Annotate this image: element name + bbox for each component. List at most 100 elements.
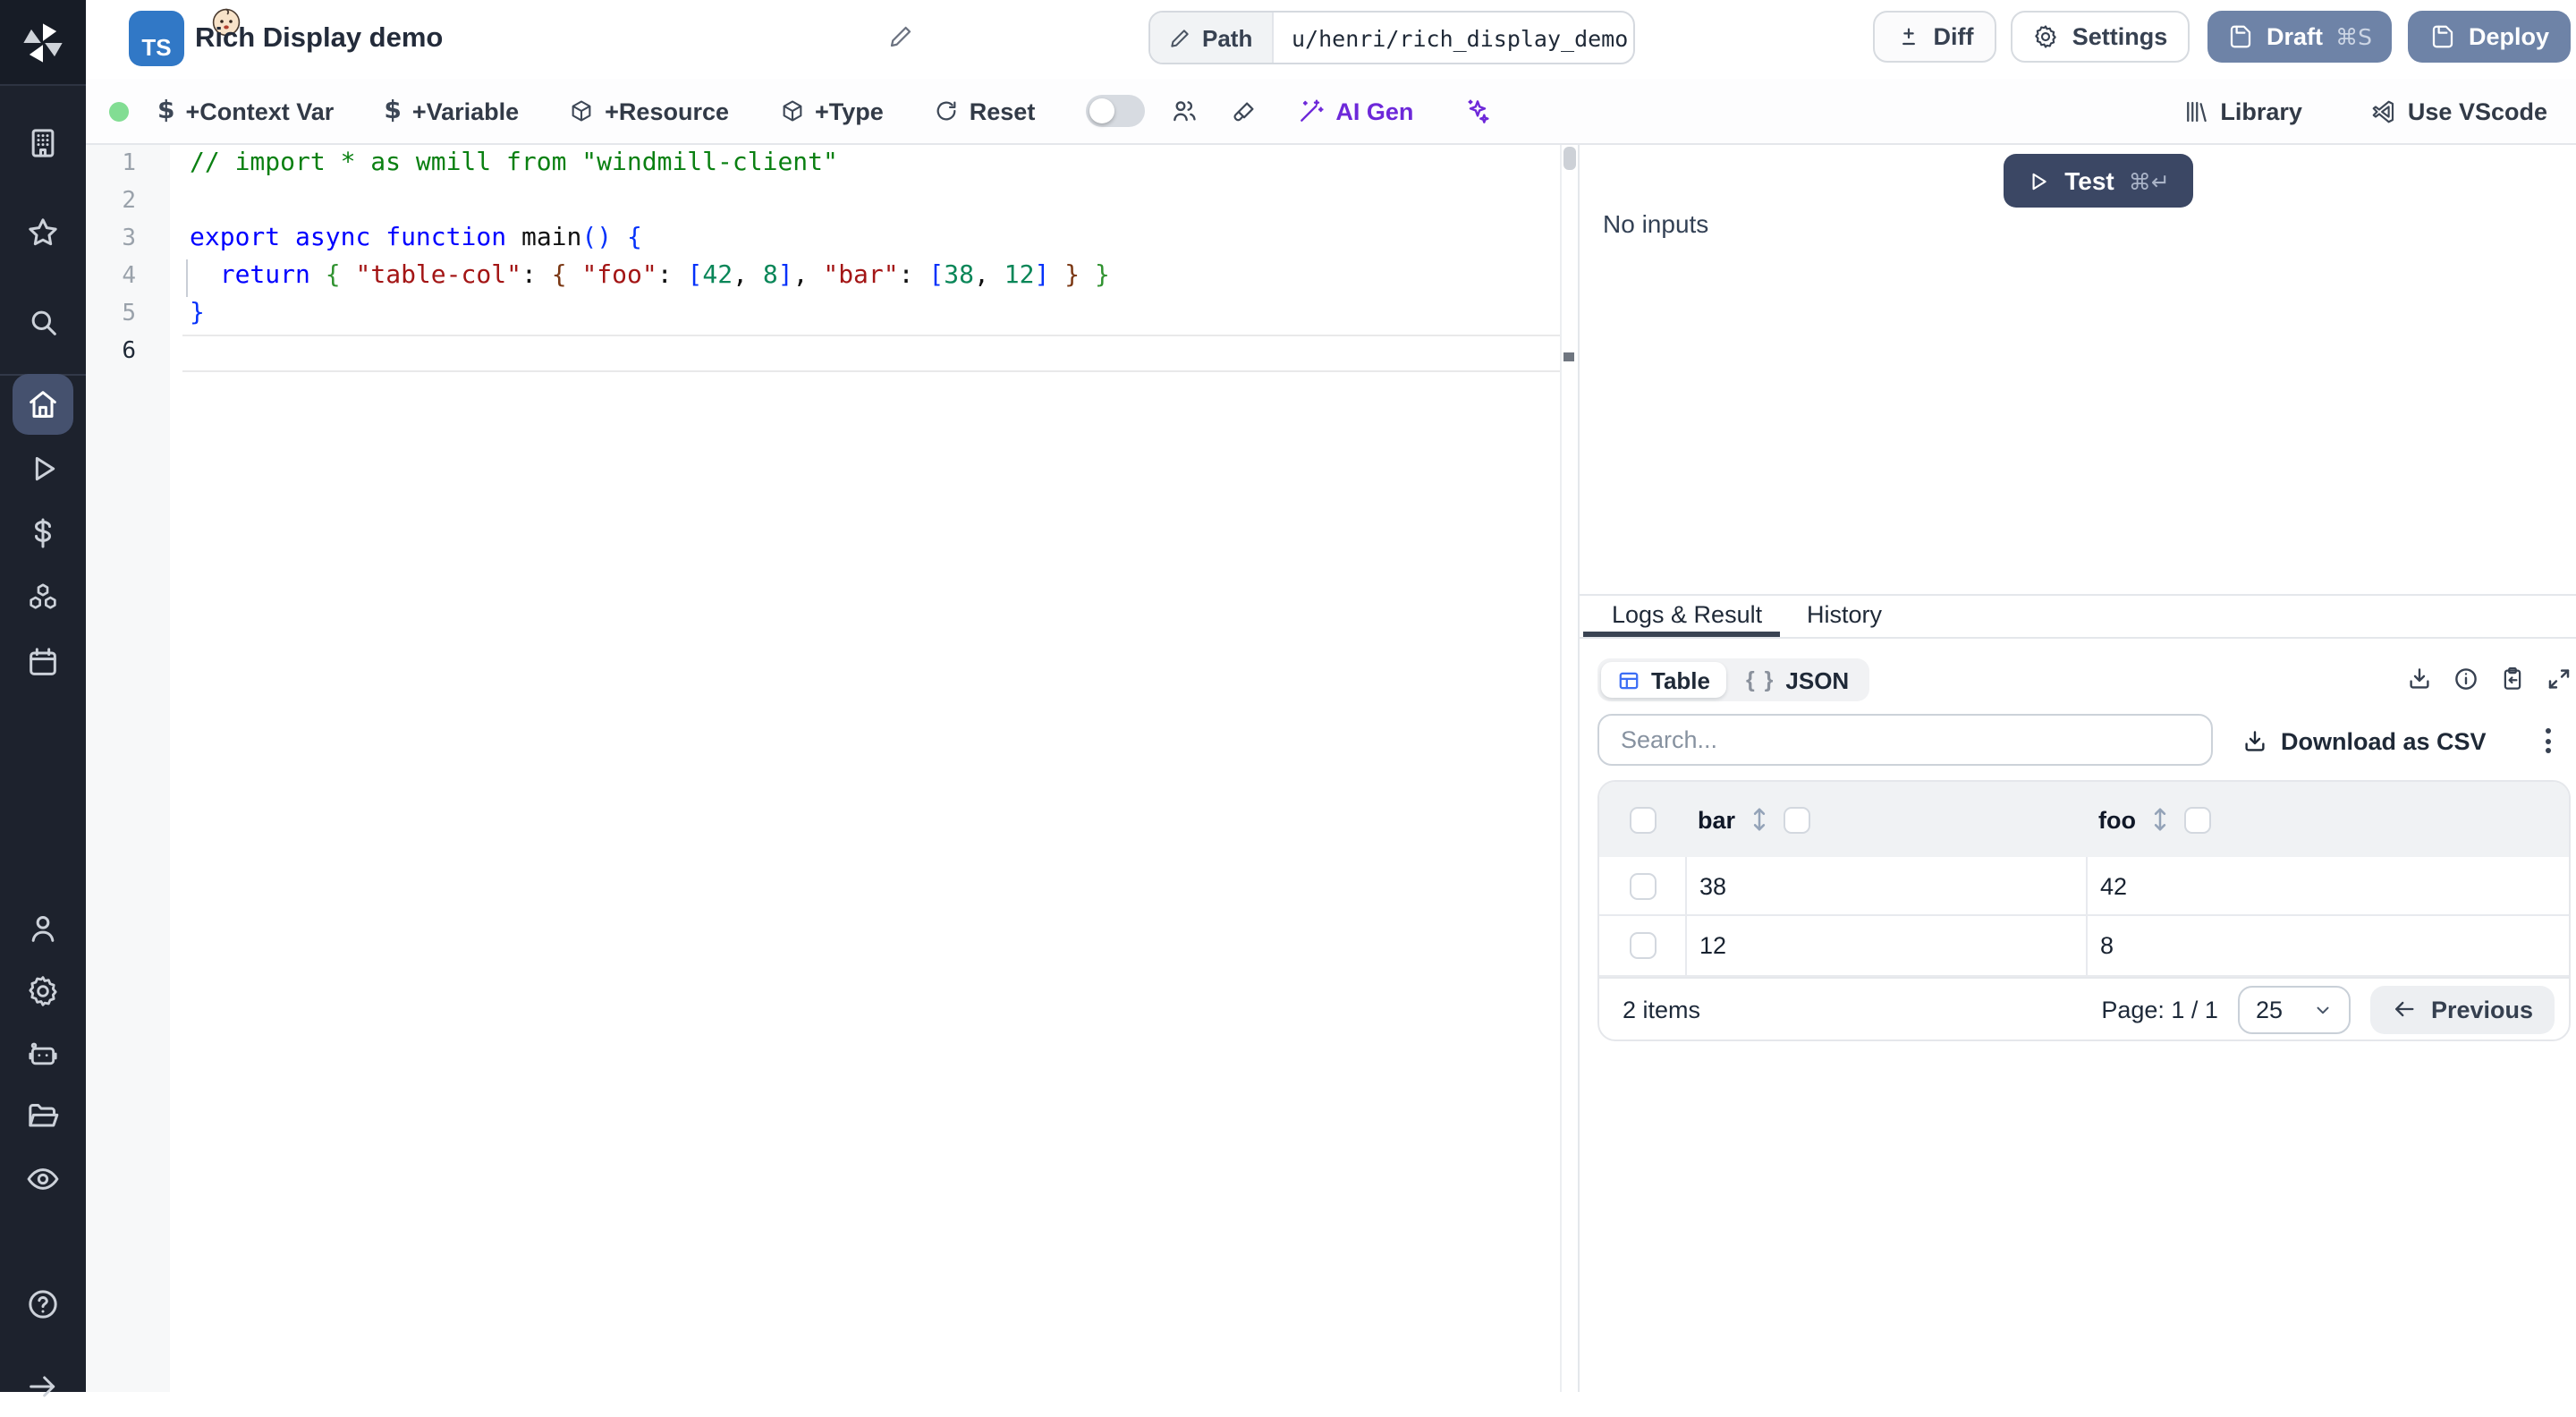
sidebar-item-workers[interactable] [13, 1023, 73, 1084]
diff-button[interactable]: Diff [1873, 11, 1996, 63]
table-row[interactable]: 12 8 [1599, 916, 2569, 977]
table-options-kebab-icon[interactable] [2531, 723, 2563, 759]
row-checkbox[interactable] [1629, 932, 1656, 959]
editor-scrollbar-thumb[interactable] [1563, 147, 1575, 170]
download-csv-button[interactable]: Download as CSV [2241, 719, 2487, 762]
sidebar [0, 0, 86, 1397]
test-button[interactable]: Test ⌘↵ [2004, 154, 2193, 208]
sidebar-item-home[interactable] [13, 374, 73, 435]
download-result-icon[interactable] [2406, 666, 2433, 692]
reset-label: Reset [969, 98, 1036, 124]
search-input[interactable] [1621, 726, 2157, 753]
code-line[interactable] [190, 182, 1110, 220]
json-view-button[interactable]: { } JSON [1730, 662, 1865, 698]
sidebar-item-workspace[interactable] [13, 113, 73, 174]
windmill-pinwheel-icon [23, 22, 63, 62]
language-label: TS [141, 34, 172, 61]
sidebar-item-settings[interactable] [13, 961, 73, 1022]
star-icon [29, 218, 57, 246]
panel-divider [1580, 594, 2576, 596]
table-row[interactable]: 38 42 [1599, 857, 2569, 916]
library-button[interactable]: Library [2182, 98, 2302, 124]
path-editor[interactable]: Path u/henri/rich_display_demo [1148, 11, 1635, 64]
column-header-bar[interactable]: bar [1698, 806, 1735, 833]
collaborators-button[interactable] [1169, 97, 1198, 125]
sidebar-item-folders[interactable] [13, 1086, 73, 1147]
row-checkbox[interactable] [1629, 872, 1656, 899]
previous-page-button[interactable]: Previous [2369, 985, 2555, 1033]
save-icon [2432, 25, 2453, 48]
path-value: u/henri/rich_display_demo [1292, 24, 1629, 51]
tab-history[interactable]: History [1807, 601, 1882, 628]
code-line[interactable]: export async function main() { [190, 220, 1110, 258]
draft-button[interactable]: Draft ⌘S [2207, 11, 2392, 63]
diff-label: Diff [1933, 23, 1974, 50]
code-editor[interactable]: 1 2 3 4 5 6 // import * as wmill from "windmi… [86, 145, 1576, 1392]
sidebar-item-favorites[interactable] [13, 202, 73, 263]
page-size-select[interactable]: 25 [2237, 985, 2351, 1033]
page-indicator: Page: 1 / 1 [2101, 996, 2218, 1022]
line-number: 3 [122, 225, 136, 253]
sidebar-item-search[interactable] [13, 292, 73, 352]
add-type-button[interactable]: +Type [779, 98, 884, 124]
cubes-icon [30, 583, 56, 609]
edit-summary-pencil-icon[interactable] [887, 23, 914, 50]
code-content[interactable]: // import * as wmill from "windmill-clie… [190, 145, 1110, 371]
select-all-checkbox[interactable] [1629, 806, 1656, 833]
line-number: 2 [122, 188, 136, 216]
status-dot [109, 102, 129, 122]
settings-button[interactable]: Settings [2011, 11, 2190, 63]
settings-label: Settings [2072, 23, 2168, 50]
package-icon [782, 100, 801, 122]
play-icon [35, 456, 55, 481]
code-line[interactable]: } [190, 296, 1110, 334]
dollar-icon [34, 518, 52, 548]
sort-icon[interactable] [1751, 807, 1767, 832]
robot-icon [29, 1042, 57, 1065]
copy-to-clipboard-icon[interactable] [2499, 666, 2526, 692]
tab-logs-result[interactable]: Logs & Result [1612, 601, 1762, 628]
windmill-logo[interactable] [0, 0, 86, 86]
sidebar-item-resources[interactable] [13, 567, 73, 628]
column-filter-checkbox-foo[interactable] [2184, 806, 2211, 833]
toggle-knob [1089, 98, 1114, 123]
sidebar-item-help[interactable] [13, 1274, 73, 1335]
test-label: Test [2064, 166, 2114, 195]
column-header-foo[interactable]: foo [2098, 806, 2136, 833]
format-code-button[interactable] [1230, 98, 1257, 124]
diff-mode-toggle[interactable] [1085, 95, 1145, 127]
json-view-label: JSON [1785, 666, 1850, 693]
ai-assistant-button[interactable] [1463, 97, 1492, 125]
ai-gen-button[interactable]: AI Gen [1296, 97, 1413, 125]
info-icon[interactable] [2453, 666, 2479, 692]
cell-bar: 38 [1699, 872, 1727, 899]
code-line[interactable]: return { "table-col": { "foo": [42, 8], … [190, 259, 1110, 296]
eye-icon [27, 1168, 59, 1190]
code-line[interactable] [190, 334, 1110, 371]
sidebar-item-schedules[interactable] [13, 632, 73, 692]
sidebar-collapse-toggle[interactable] [13, 1356, 73, 1417]
table-view-button[interactable]: Table [1601, 662, 1726, 698]
sidebar-item-variables[interactable] [13, 503, 73, 564]
sidebar-item-users[interactable] [13, 898, 73, 959]
code-line[interactable]: // import * as wmill from "windmill-clie… [190, 145, 1110, 182]
sparkles-icon [1468, 99, 1489, 123]
deploy-button[interactable]: Deploy [2408, 11, 2571, 63]
draft-label: Draft [2267, 23, 2324, 50]
sort-icon[interactable] [2152, 807, 2168, 832]
sidebar-item-audit-logs[interactable] [13, 1149, 73, 1209]
add-context-var-button[interactable]: $ +Context Var [157, 97, 334, 125]
column-filter-checkbox-bar[interactable] [1784, 806, 1811, 833]
table-search[interactable] [1597, 714, 2213, 766]
use-vscode-button[interactable]: Use VScode [2370, 98, 2547, 124]
magic-wand-icon [1300, 99, 1323, 122]
sidebar-item-runs[interactable] [13, 438, 73, 499]
download-icon [2245, 730, 2265, 751]
table-view-label: Table [1651, 666, 1710, 693]
path-button[interactable]: Path [1150, 13, 1274, 63]
expand-fullscreen-icon[interactable] [2546, 666, 2572, 692]
path-label: Path [1202, 24, 1253, 51]
add-resource-button[interactable]: +Resource [569, 98, 729, 124]
add-variable-button[interactable]: $ +Variable [384, 97, 519, 125]
reset-button[interactable]: Reset [934, 98, 1036, 124]
